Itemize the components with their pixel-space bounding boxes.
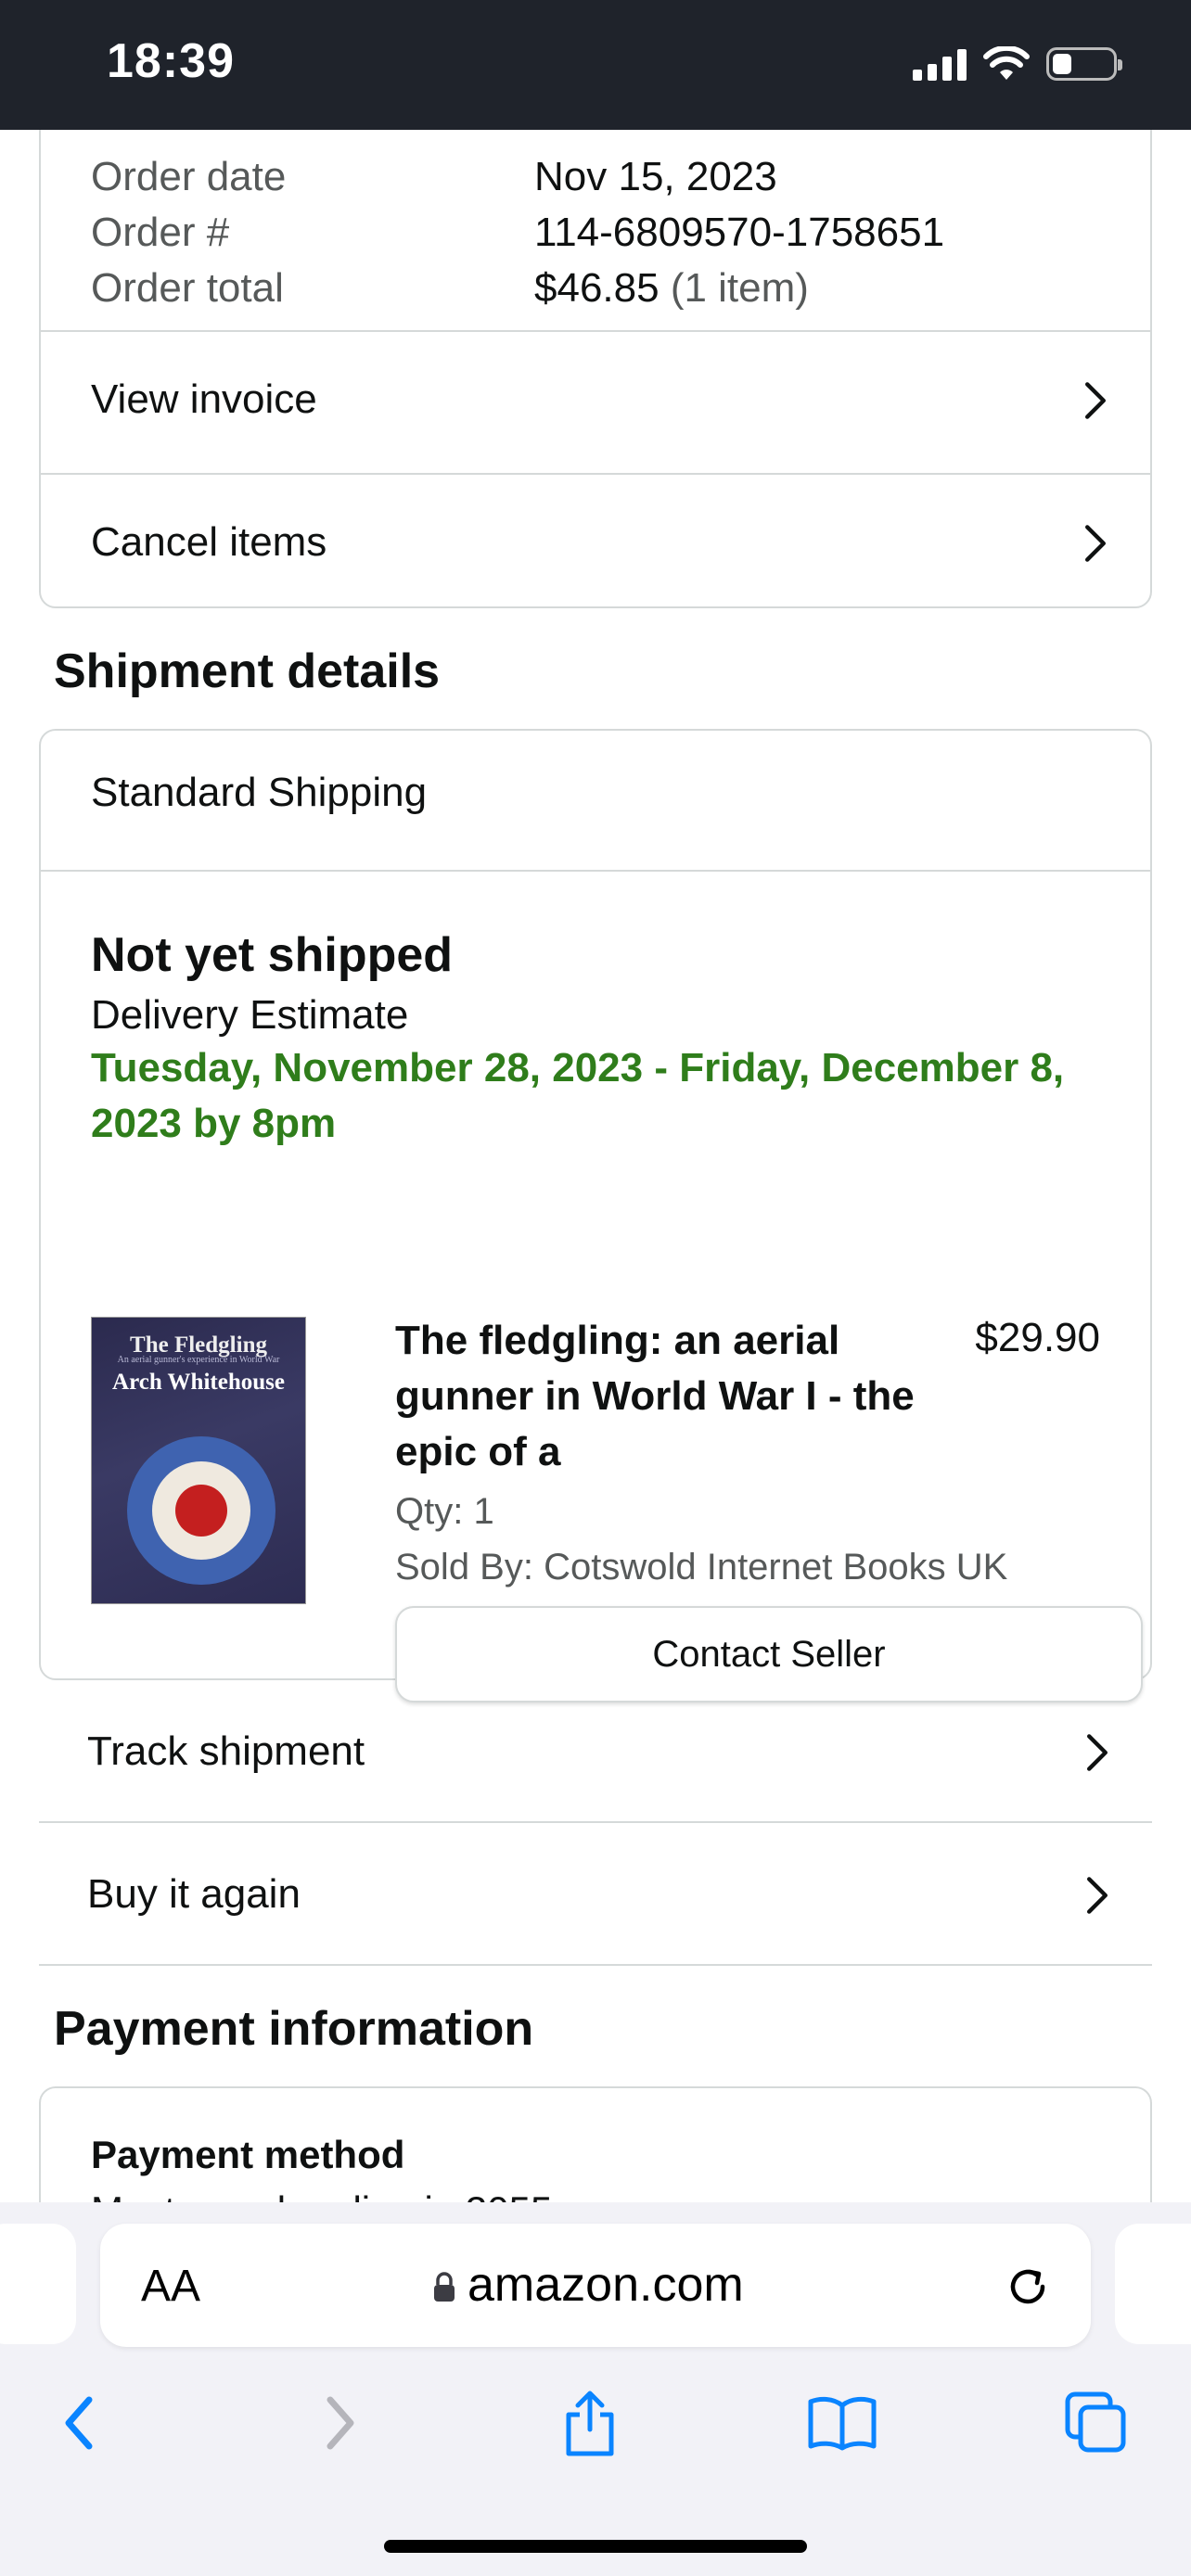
- order-summary-card: Order date Nov 15, 2023 Order # 114-6809…: [39, 130, 1152, 608]
- chevron-right-icon: [1080, 523, 1111, 562]
- url-domain[interactable]: amazon.com: [467, 2257, 744, 2313]
- share-icon: [566, 2391, 614, 2456]
- address-bar[interactable]: AA amazon.com: [100, 2224, 1091, 2347]
- view-invoice-row[interactable]: View invoice: [41, 332, 1150, 473]
- shipment-card: Standard Shipping Not yet shipped Delive…: [39, 729, 1152, 1702]
- product-price: $29.90: [975, 1315, 1100, 1360]
- previous-tab-preview[interactable]: [0, 2224, 76, 2344]
- divider: [41, 870, 1150, 872]
- divider: [39, 1964, 1152, 1966]
- browser-toolbar: AA amazon.com: [0, 2202, 1191, 2576]
- order-details-page: Order date Nov 15, 2023 Order # 114-6809…: [0, 130, 1191, 2202]
- chevron-left-icon: [65, 2396, 93, 2450]
- order-date-value: Nov 15, 2023: [534, 154, 777, 199]
- reload-icon[interactable]: [1002, 2261, 1054, 2313]
- status-time: 18:39: [107, 34, 235, 88]
- tabs-button[interactable]: [1059, 2386, 1133, 2460]
- buy-it-again-label: Buy it again: [87, 1871, 301, 1917]
- delivery-estimate-date: Tuesday, November 28, 2023 - Friday, Dec…: [91, 1045, 1065, 1146]
- text-size-button[interactable]: AA: [141, 2261, 200, 2312]
- battery-icon: [1046, 47, 1122, 81]
- payment-card: Payment method Mastercard ending in 3055: [39, 2086, 1152, 2202]
- product-title-link[interactable]: The fledgling: an aerial gunner in World…: [395, 1313, 915, 1480]
- track-shipment-row[interactable]: Track shipment: [39, 1682, 1152, 1823]
- order-total-label: Order total: [91, 265, 284, 311]
- payment-information-heading: Payment information: [54, 2002, 534, 2056]
- payment-method-value: Mastercard ending in 3055: [91, 2188, 552, 2202]
- status-bar: 18:39: [0, 0, 1191, 130]
- buy-it-again-row[interactable]: Buy it again: [39, 1825, 1152, 1966]
- cover-subtitle: An aerial gunner's experience in World W…: [117, 1355, 280, 1365]
- share-button[interactable]: [553, 2386, 627, 2460]
- cancel-items-label: Cancel items: [91, 519, 327, 565]
- roundel-center: [175, 1485, 227, 1537]
- wifi-icon: [983, 46, 1030, 80]
- order-total-value: $46.85 (1 item): [534, 265, 809, 312]
- bookmarks-button[interactable]: [805, 2386, 879, 2460]
- divider: [39, 1821, 1152, 1823]
- forward-button[interactable]: [302, 2386, 377, 2460]
- cancel-items-row[interactable]: Cancel items: [41, 475, 1150, 608]
- product-quantity: Qty: 1: [395, 1491, 494, 1532]
- product-image[interactable]: The Fledgling An aerial gunner's experie…: [91, 1317, 306, 1604]
- order-date-label: Order date: [91, 154, 287, 199]
- shipment-status: Not yet shipped: [91, 928, 454, 982]
- order-number-value: 114-6809570-1758651: [534, 210, 945, 255]
- order-total-amount: $46.85: [534, 265, 660, 311]
- shipping-method: Standard Shipping: [91, 770, 428, 815]
- chevron-right-icon: [1082, 1732, 1113, 1771]
- order-total-item-count: (1 item): [670, 265, 809, 311]
- status-icons: [913, 46, 1122, 82]
- chevron-right-icon: [327, 2396, 354, 2450]
- track-shipment-label: Track shipment: [87, 1728, 365, 1774]
- view-invoice-label: View invoice: [91, 376, 317, 422]
- product-seller: Sold By: Cotswold Internet Books UK: [395, 1547, 1008, 1588]
- chevron-right-icon: [1082, 1875, 1113, 1914]
- next-tab-preview[interactable]: [1115, 2224, 1191, 2344]
- lock-icon: [434, 2272, 455, 2302]
- order-number-label: Order #: [91, 210, 230, 255]
- cellular-signal-icon: [913, 47, 967, 81]
- home-indicator: [384, 2540, 807, 2553]
- payment-method-label: Payment method: [91, 2133, 405, 2176]
- chevron-right-icon: [1080, 380, 1111, 419]
- delivery-estimate-label: Delivery Estimate: [91, 992, 409, 1038]
- tabs-icon: [1065, 2391, 1126, 2453]
- shipment-details-heading: Shipment details: [54, 644, 441, 698]
- cover-author: Arch Whitehouse: [112, 1370, 285, 1395]
- back-button[interactable]: [43, 2386, 117, 2460]
- book-icon: [808, 2396, 877, 2451]
